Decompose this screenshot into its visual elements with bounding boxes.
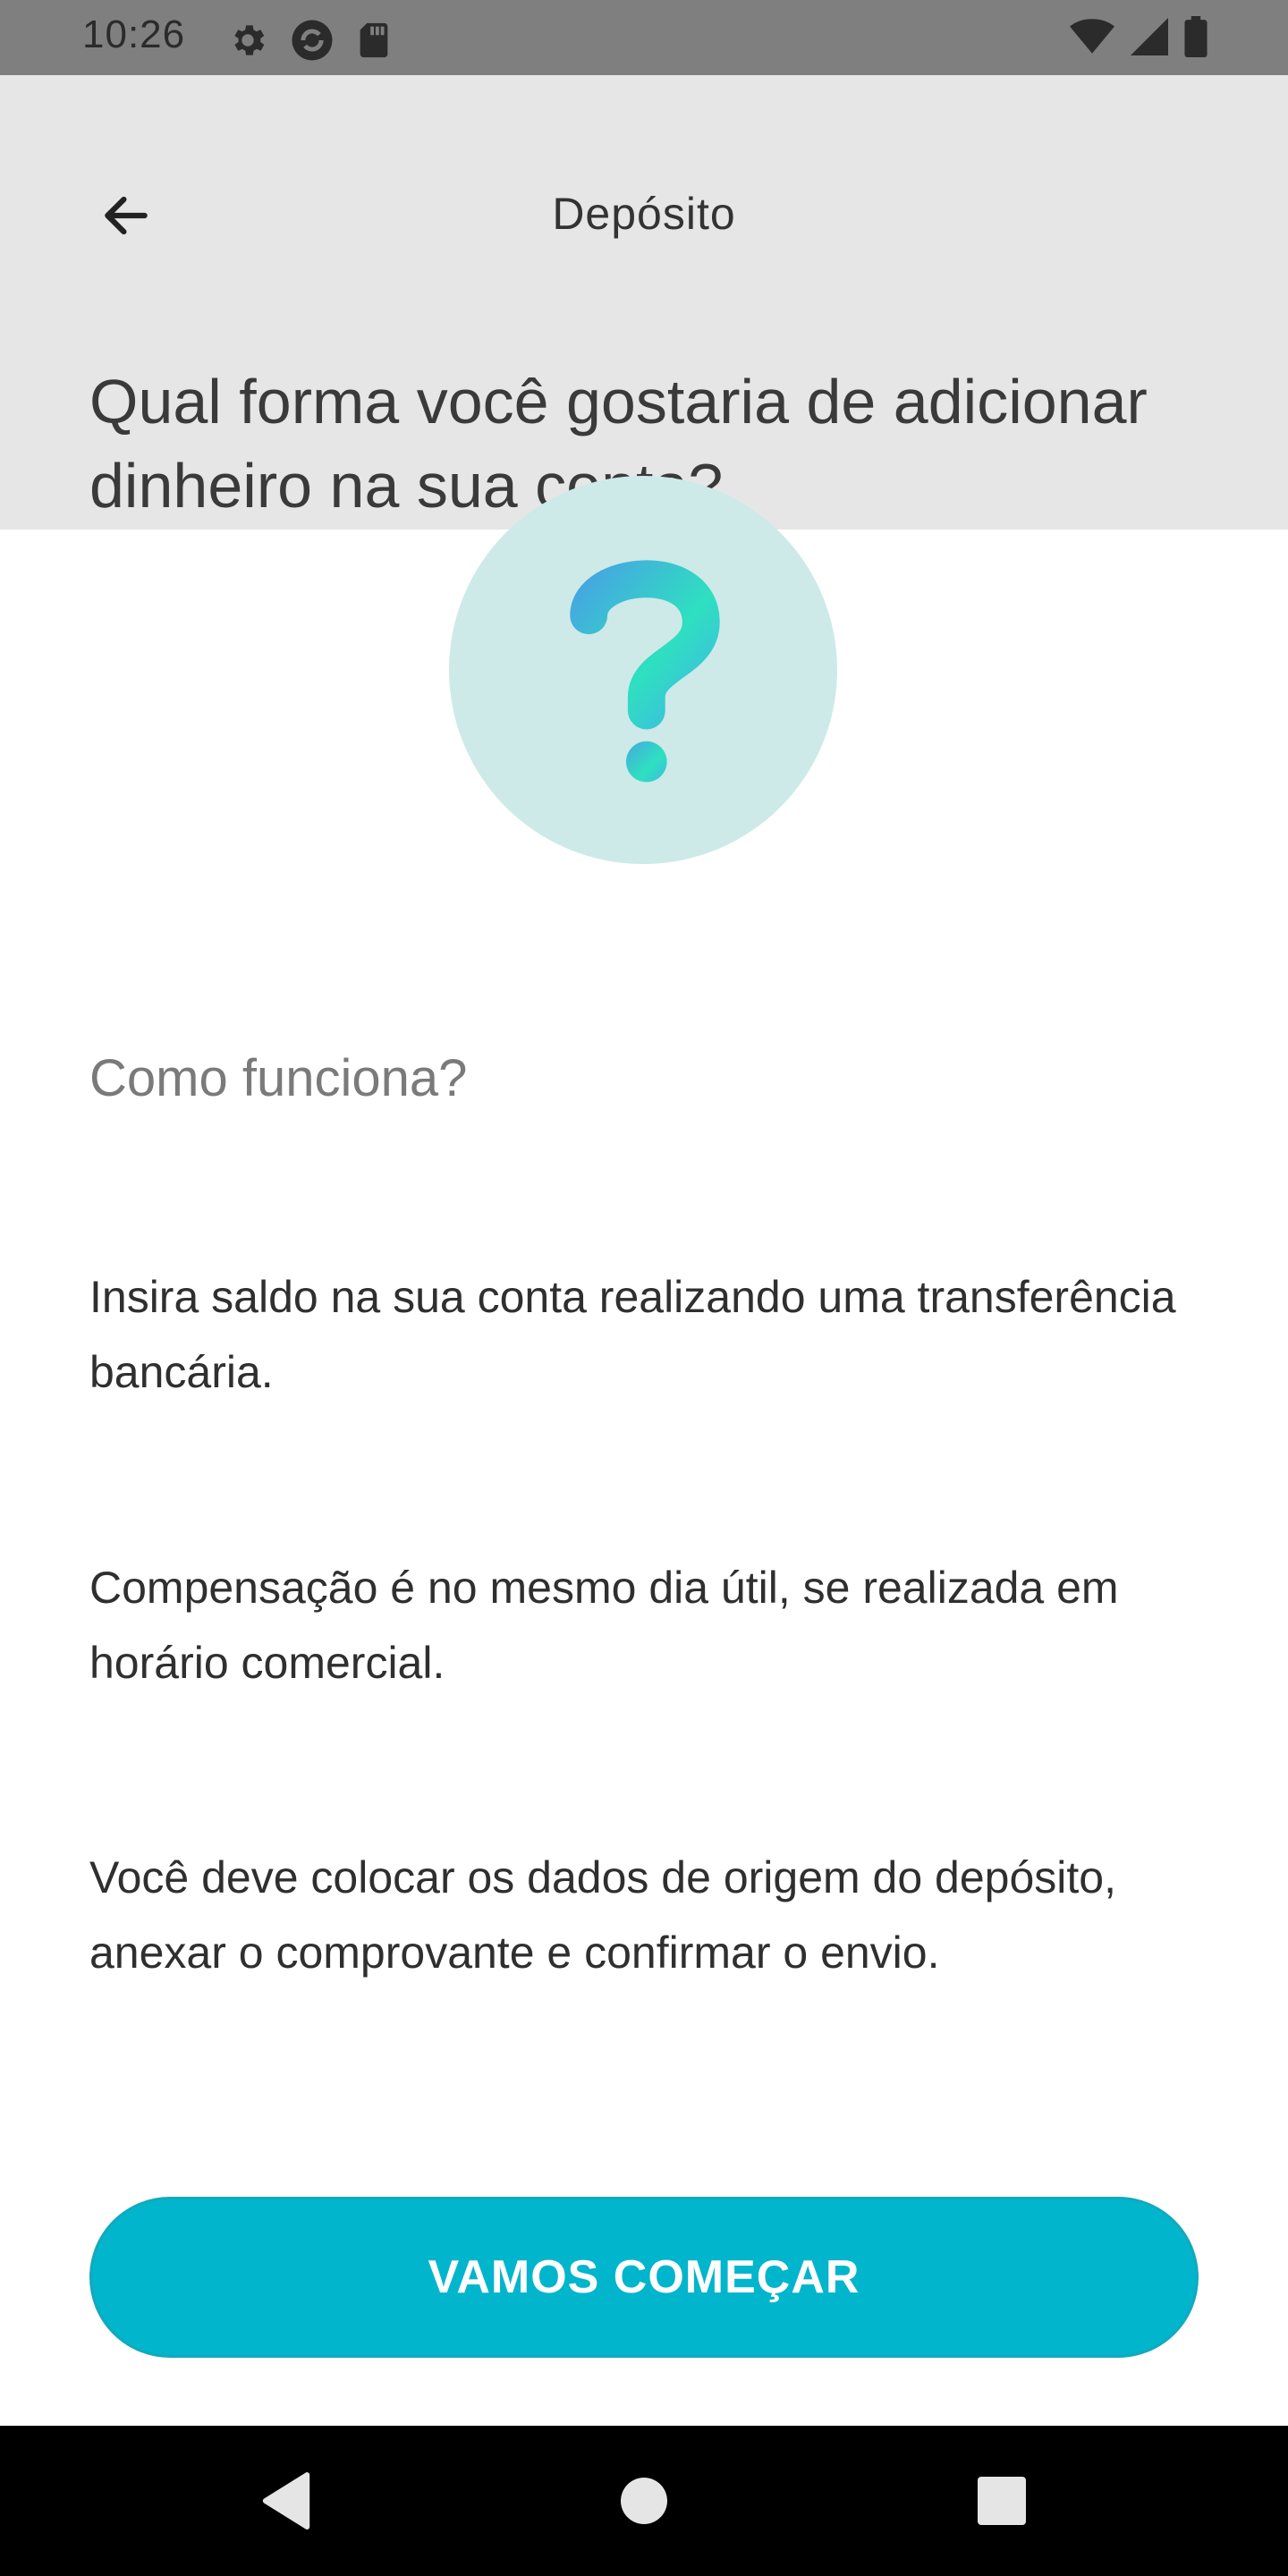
start-button[interactable]: VAMOS COMEÇAR — [89, 2197, 1199, 2358]
nav-back-button[interactable] — [250, 2465, 322, 2537]
page-title: Depósito — [552, 189, 736, 239]
nav-home-button[interactable] — [608, 2465, 680, 2537]
navigation-bar — [0, 2426, 1288, 2576]
gear-icon — [234, 25, 265, 55]
question-illustration — [449, 476, 837, 864]
info-paragraph: Compensação é no mesmo dia útil, se real… — [89, 1563, 1119, 1688]
sd-card-icon — [360, 22, 388, 58]
question-mark-icon — [570, 560, 720, 783]
status-time: 10:26 — [82, 13, 186, 56]
section-title: Como funciona? — [89, 1049, 468, 1107]
status-bar: 10:26 — [0, 0, 1288, 75]
nav-recents-button[interactable] — [966, 2465, 1038, 2537]
wifi-icon — [1070, 19, 1114, 54]
nav-home-icon — [621, 2478, 667, 2524]
header: Depósito Qual forma você gostaria de adi… — [0, 75, 1288, 530]
status-icons-right — [1070, 16, 1208, 57]
nav-back-icon — [262, 2472, 310, 2529]
signal-icon — [1131, 18, 1168, 55]
battery-icon — [1184, 16, 1208, 57]
info-paragraph: Você deve colocar os dados de origem do … — [89, 1852, 1116, 1978]
info-paragraph: Insira saldo na sua conta realizando uma… — [89, 1272, 1176, 1397]
status-icons-left — [227, 16, 392, 64]
nav-recents-icon — [978, 2477, 1026, 2525]
sync-icon — [292, 20, 333, 61]
